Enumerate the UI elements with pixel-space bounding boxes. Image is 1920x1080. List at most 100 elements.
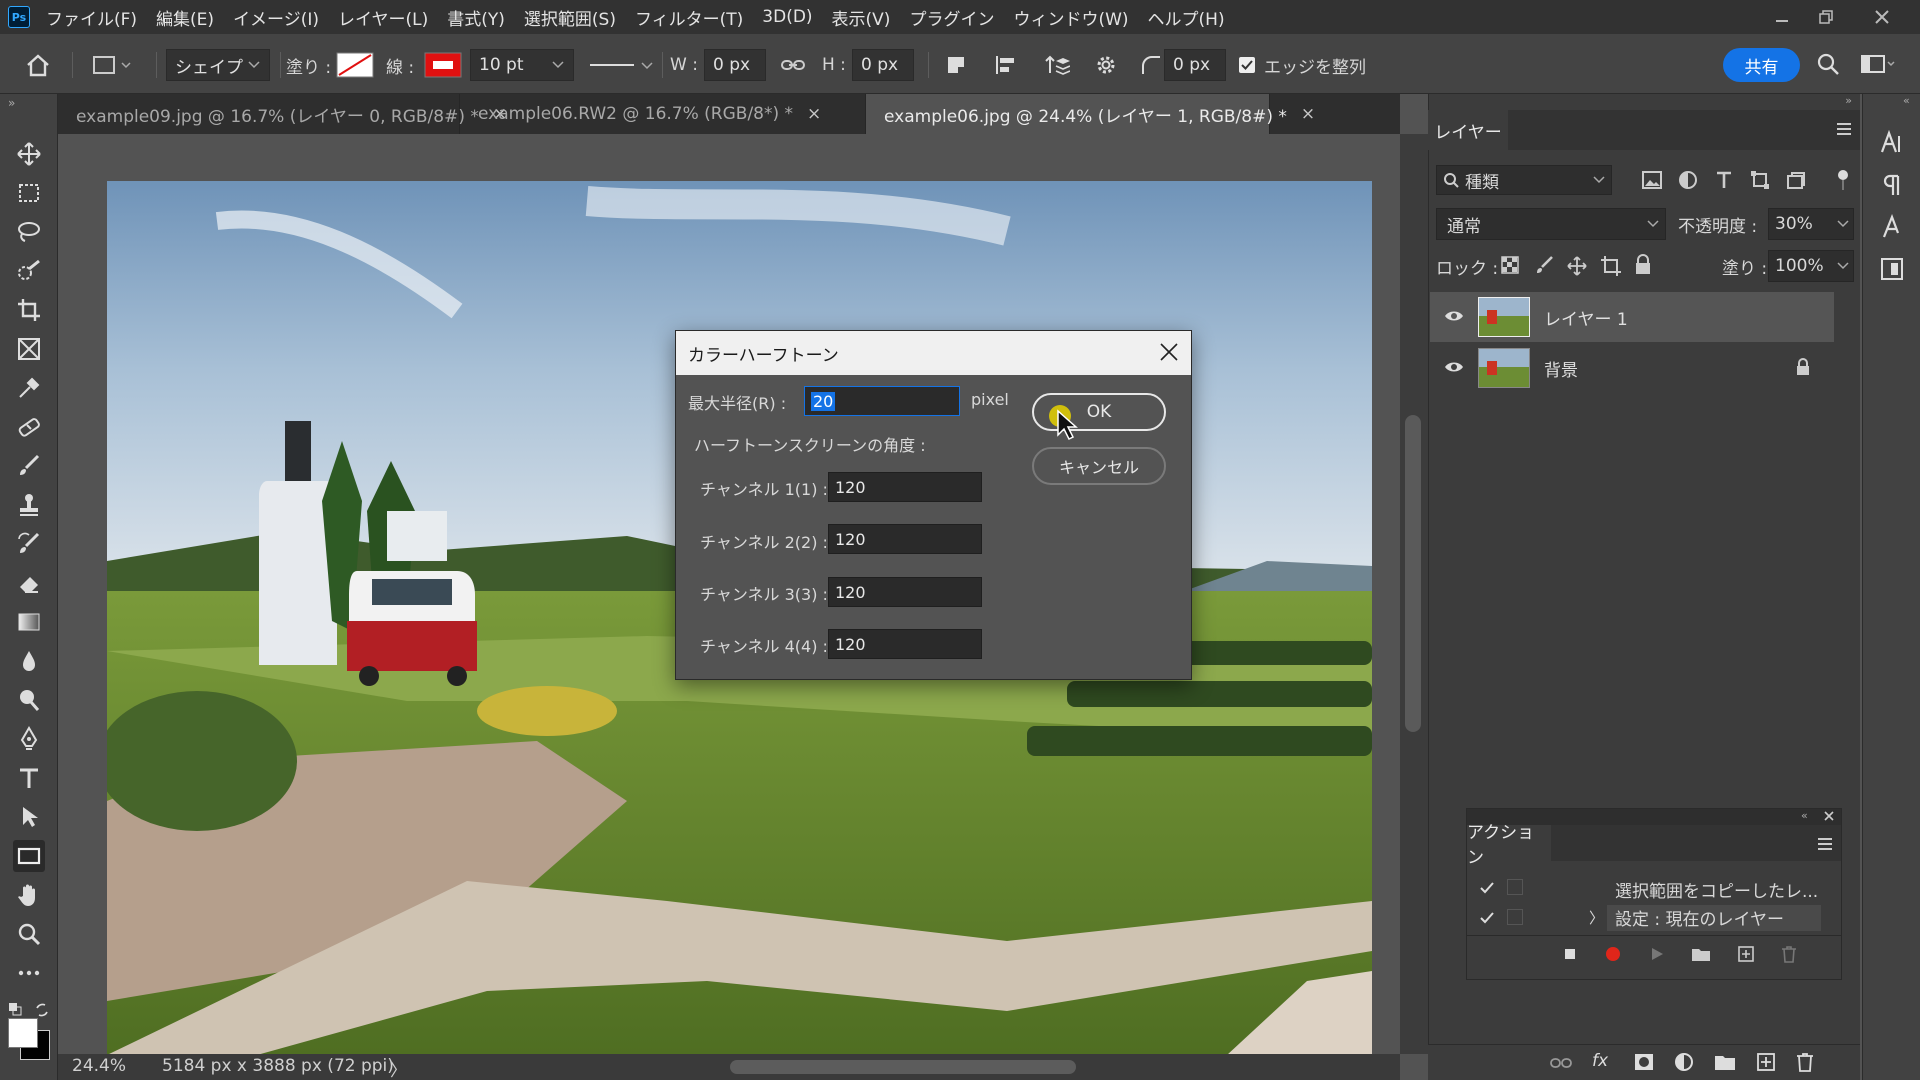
more-tools-icon[interactable] (13, 957, 45, 989)
expand-arrow-icon[interactable]: 〉 (1589, 907, 1604, 928)
max-radius-input[interactable]: 20 (804, 386, 960, 416)
new-adjustment-layer-icon[interactable] (1674, 1052, 1694, 1072)
delete-icon[interactable] (1781, 945, 1797, 963)
stroke-width-field[interactable]: 10 pt (470, 49, 574, 81)
filter-pixel-icon[interactable] (1642, 171, 1662, 189)
channel-3-input[interactable]: 120 (828, 577, 982, 607)
menu-type[interactable]: 書式(Y) (447, 5, 505, 30)
close-tab-icon[interactable]: × (807, 104, 821, 124)
status-menu-arrow[interactable]: 〉 (390, 1056, 407, 1080)
share-button[interactable]: 共有 (1723, 48, 1800, 82)
tab-actions[interactable]: アクション (1467, 823, 1551, 868)
menu-image[interactable]: イメージ(I) (233, 5, 319, 30)
expand-toolbar-icon[interactable]: » (8, 96, 15, 110)
panel-menu-icon[interactable] (1836, 122, 1852, 136)
frame-tool-icon[interactable] (13, 333, 45, 365)
channel-1-input[interactable]: 120 (828, 472, 982, 502)
layer-row[interactable]: 背景 (1430, 343, 1834, 393)
layer-name[interactable]: レイヤー 1 (1544, 305, 1628, 330)
play-icon[interactable] (1649, 946, 1665, 962)
tab-example06-jpg[interactable]: example06.jpg @ 24.4% (レイヤー 1, RGB/8#) *… (866, 94, 1315, 134)
check-icon[interactable] (1479, 881, 1495, 895)
expand-panels-icon[interactable]: « (1903, 94, 1910, 107)
type-tool-icon[interactable] (13, 762, 45, 794)
lock-transparent-icon[interactable] (1500, 255, 1520, 275)
eye-icon[interactable] (1444, 309, 1464, 323)
layer-style-icon[interactable]: fx (1592, 1051, 1608, 1071)
filter-shape-icon[interactable] (1750, 170, 1770, 190)
cancel-button[interactable]: キャンセル (1032, 447, 1166, 485)
brush-tool-icon[interactable] (13, 450, 45, 482)
glyphs-panel-icon[interactable] (1879, 214, 1905, 240)
action-item[interactable]: 選択範囲をコピーしたレ... (1467, 873, 1841, 903)
menu-filter[interactable]: フィルター(T) (635, 5, 743, 30)
swap-colors-icon[interactable] (34, 1002, 50, 1018)
dialog-title-bar[interactable]: カラーハーフトーン (676, 331, 1191, 375)
close-tab-icon[interactable]: × (1301, 104, 1315, 124)
quick-selection-tool-icon[interactable] (13, 255, 45, 287)
dialog-toggle-box[interactable] (1507, 879, 1523, 895)
link-icon[interactable] (780, 47, 806, 83)
foreground-color-swatch[interactable] (8, 1018, 38, 1048)
stroke-type-select[interactable] (586, 47, 656, 83)
rectangle-tool-icon[interactable] (13, 840, 45, 872)
workspace-icon[interactable] (1860, 52, 1896, 76)
opacity-field[interactable]: 30% (1768, 208, 1854, 240)
fill-swatch[interactable] (336, 47, 374, 83)
restore-icon[interactable] (1804, 0, 1848, 34)
hand-tool-icon[interactable] (13, 879, 45, 911)
zoom-tool-icon[interactable] (13, 918, 45, 950)
dialog-toggle-box[interactable] (1507, 909, 1523, 925)
menu-select[interactable]: 選択範囲(S) (524, 5, 616, 30)
close-window-icon[interactable] (1860, 0, 1904, 34)
tab-example09[interactable]: example09.jpg @ 16.7% (レイヤー 0, RGB/8#) *… (58, 94, 507, 134)
check-icon[interactable] (1479, 911, 1495, 925)
libraries-panel-icon[interactable] (1879, 256, 1905, 282)
filter-adjustment-icon[interactable] (1678, 170, 1698, 190)
menu-file[interactable]: ファイル(F) (46, 5, 137, 30)
vertical-scrollbar-thumb[interactable] (1405, 415, 1421, 732)
search-icon[interactable] (1816, 52, 1840, 76)
home-icon[interactable] (24, 47, 52, 83)
eye-icon[interactable] (1444, 360, 1464, 374)
path-selection-tool-icon[interactable] (13, 801, 45, 833)
filter-toggle-icon[interactable] (1836, 168, 1850, 192)
pen-tool-icon[interactable] (13, 723, 45, 755)
layer-name[interactable]: 背景 (1544, 356, 1578, 381)
path-arrangement-icon[interactable] (1042, 47, 1070, 83)
shape-mode-select[interactable]: シェイプ (166, 49, 270, 81)
height-field[interactable]: 0 px (852, 49, 914, 81)
crop-tool-icon[interactable] (13, 294, 45, 326)
tab-layers[interactable]: レイヤー (1428, 110, 1508, 150)
default-colors-icon[interactable] (8, 1002, 22, 1016)
menu-plugins[interactable]: プラグイン (909, 5, 994, 30)
delete-layer-icon[interactable] (1796, 1052, 1814, 1072)
filter-type-icon[interactable] (1714, 170, 1734, 190)
panel-menu-icon[interactable] (1817, 837, 1833, 851)
zoom-level[interactable]: 24.4% (72, 1056, 126, 1076)
eyedropper-tool-icon[interactable] (13, 372, 45, 404)
lock-artboard-icon[interactable] (1600, 255, 1622, 277)
menu-help[interactable]: ヘルプ(H) (1148, 5, 1225, 30)
gear-icon[interactable] (1094, 47, 1118, 83)
lasso-tool-icon[interactable] (13, 216, 45, 248)
character-panel-icon[interactable] (1879, 130, 1905, 156)
menu-view[interactable]: 表示(V) (832, 5, 891, 30)
channel-2-input[interactable]: 120 (828, 524, 982, 554)
dodge-tool-icon[interactable] (13, 684, 45, 716)
menu-3d[interactable]: 3D(D) (762, 7, 812, 27)
new-group-icon[interactable] (1714, 1053, 1736, 1071)
link-layers-icon[interactable] (1550, 1055, 1572, 1071)
add-mask-icon[interactable] (1634, 1053, 1654, 1071)
menu-window[interactable]: ウィンドウ(W) (1013, 5, 1128, 30)
healing-brush-tool-icon[interactable] (13, 411, 45, 443)
action-item[interactable]: 〉 設定 : 現在のレイヤー (1467, 903, 1841, 933)
menu-edit[interactable]: 編集(E) (156, 5, 214, 30)
width-field[interactable]: 0 px (704, 49, 766, 81)
stop-icon[interactable] (1563, 947, 1577, 961)
blend-mode-select[interactable]: 通常 (1436, 208, 1666, 240)
lock-position-icon[interactable] (1566, 255, 1588, 277)
path-alignment-icon[interactable] (994, 47, 1018, 83)
collapse-panel-icon[interactable]: » (1428, 94, 1860, 110)
tab-example06-rw2[interactable]: example06.RW2 @ 16.7% (RGB/8*) * × (460, 94, 866, 134)
